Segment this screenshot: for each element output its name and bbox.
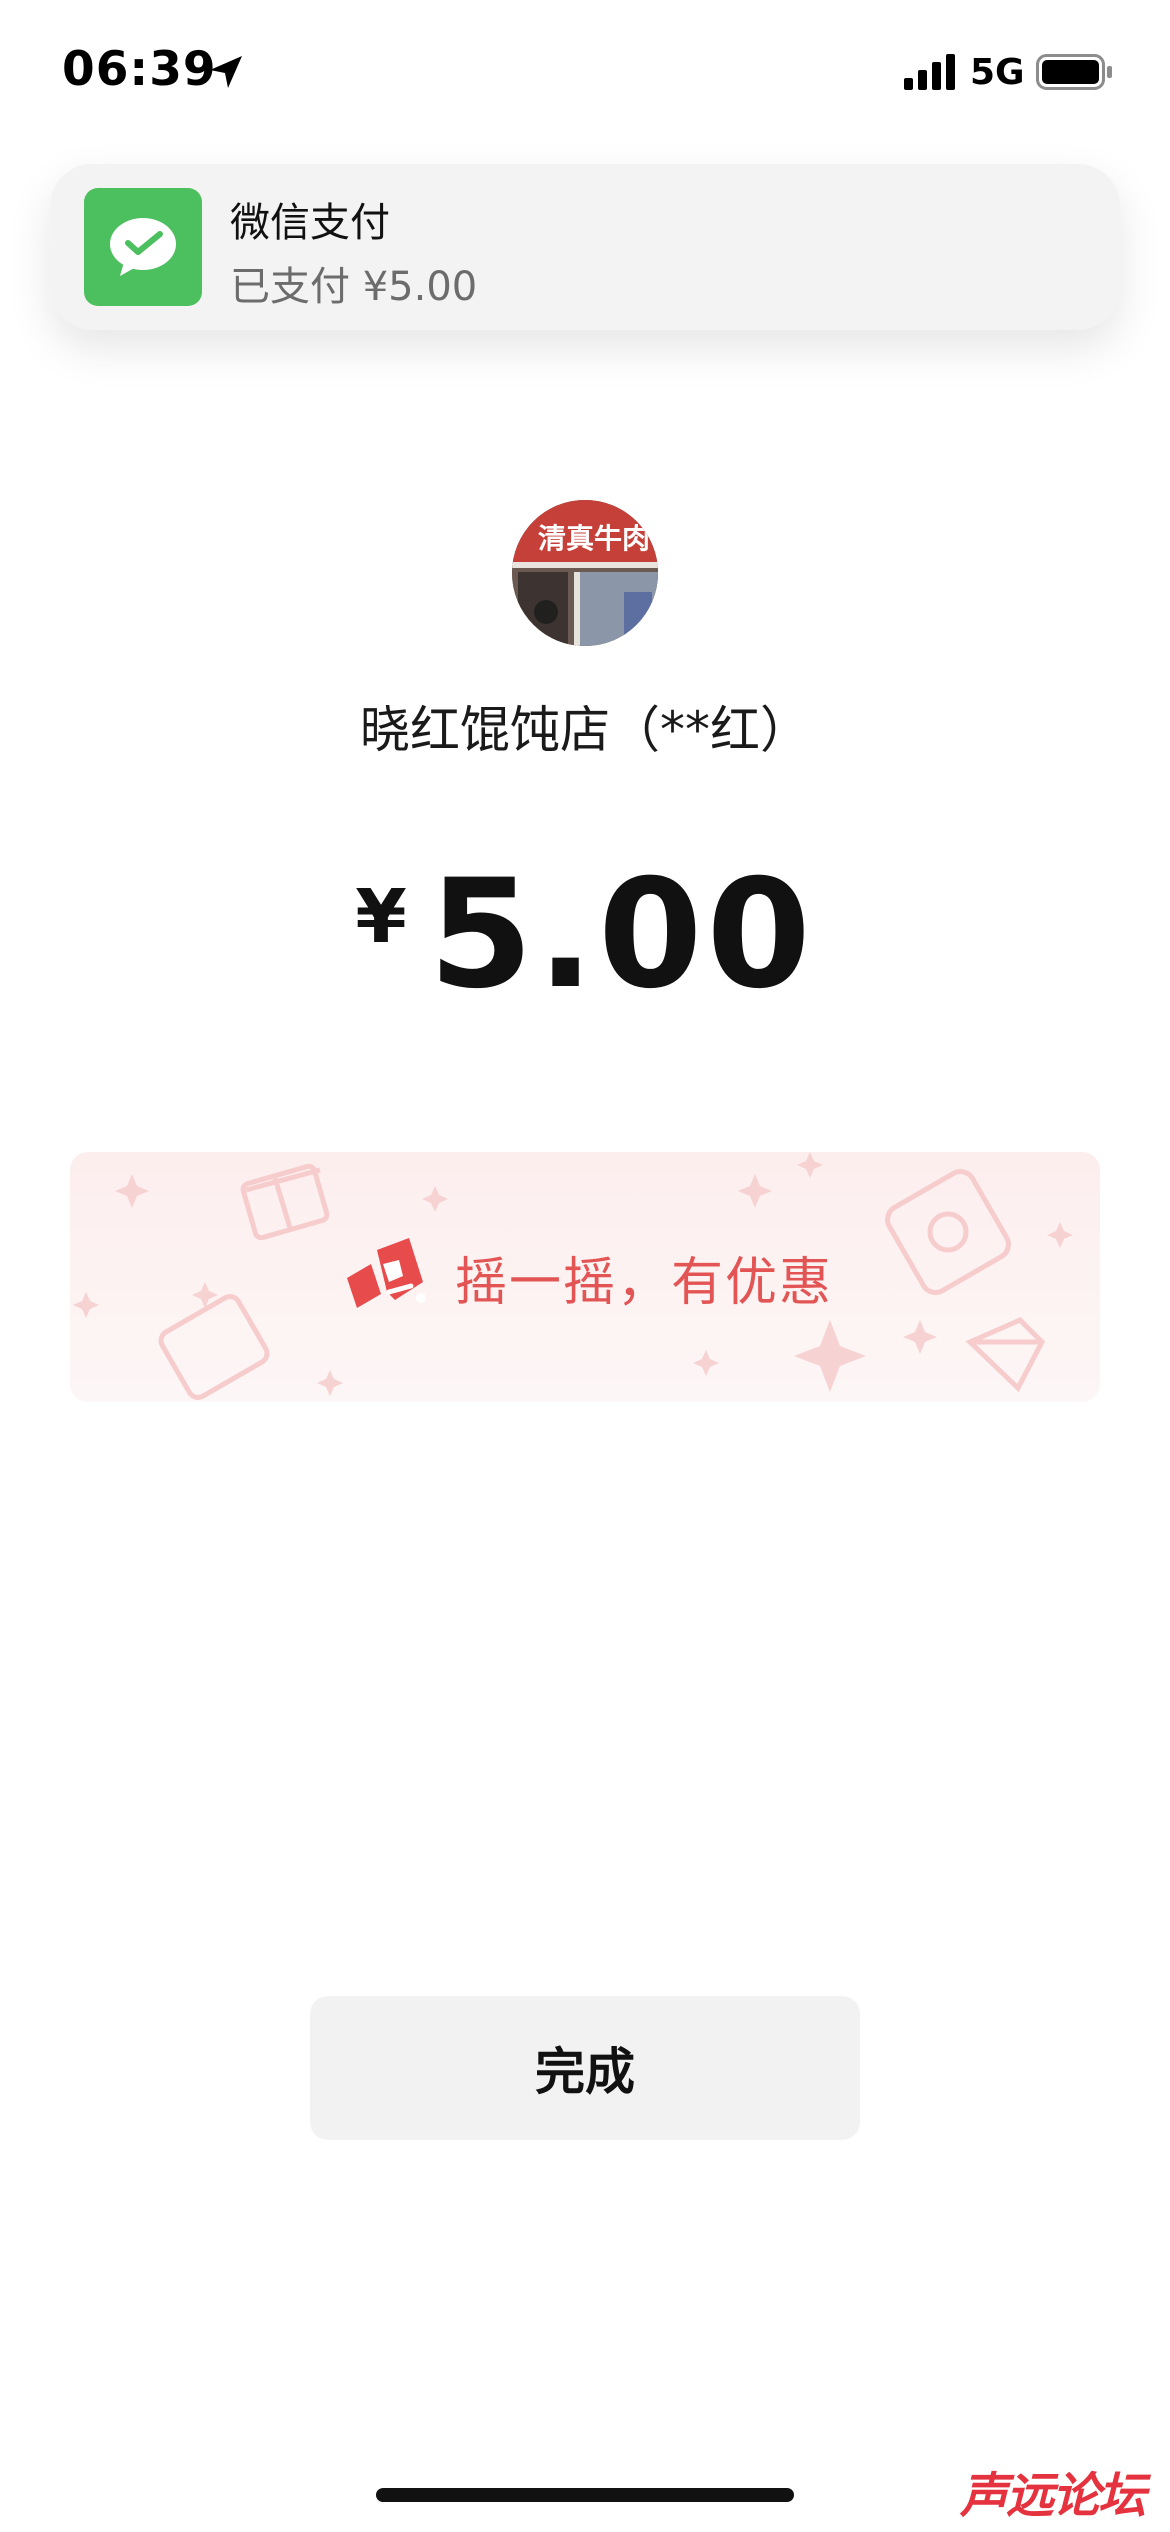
notification-title: 微信支付 [230,200,390,246]
network-type-label: 5G [970,52,1025,93]
forum-watermark: 声远论坛 [960,2468,1146,2524]
shake-icon [346,1238,426,1308]
done-button[interactable]: 完成 [310,1996,860,2140]
avatar-sign-text: 清真牛肉 [538,522,650,555]
battery-icon [1036,54,1112,90]
location-arrow-icon [210,56,242,88]
currency-symbol: ¥ [355,874,407,960]
merchant-name: 晓红馄饨店（**红） [360,701,810,759]
status-bar: 06:39 5G [0,0,1170,150]
merchant-avatar: 清真牛肉 [512,500,658,646]
status-time: 06:39 [62,42,217,97]
promo-content: 摇一摇，有优惠 [70,1152,1100,1402]
payment-amount: ¥5.00 [0,848,1170,1022]
promo-text: 摇一摇，有优惠 [454,1252,833,1313]
home-indicator[interactable] [376,2488,794,2502]
payment-notification[interactable]: 微信支付 已支付 ¥5.00 [50,164,1120,330]
amount-value: 5.00 [428,848,815,1022]
payment-success-screen: 06:39 5G 微信支付 已支付 ¥5.00 清真牛肉 晓红馄饨店（**红） … [0,0,1170,2532]
notification-message: 已支付 ¥5.00 [230,264,478,310]
wechat-pay-icon [84,188,202,306]
cellular-signal-icon [904,54,955,90]
shake-promo-banner[interactable]: 摇一摇，有优惠 [70,1152,1100,1402]
